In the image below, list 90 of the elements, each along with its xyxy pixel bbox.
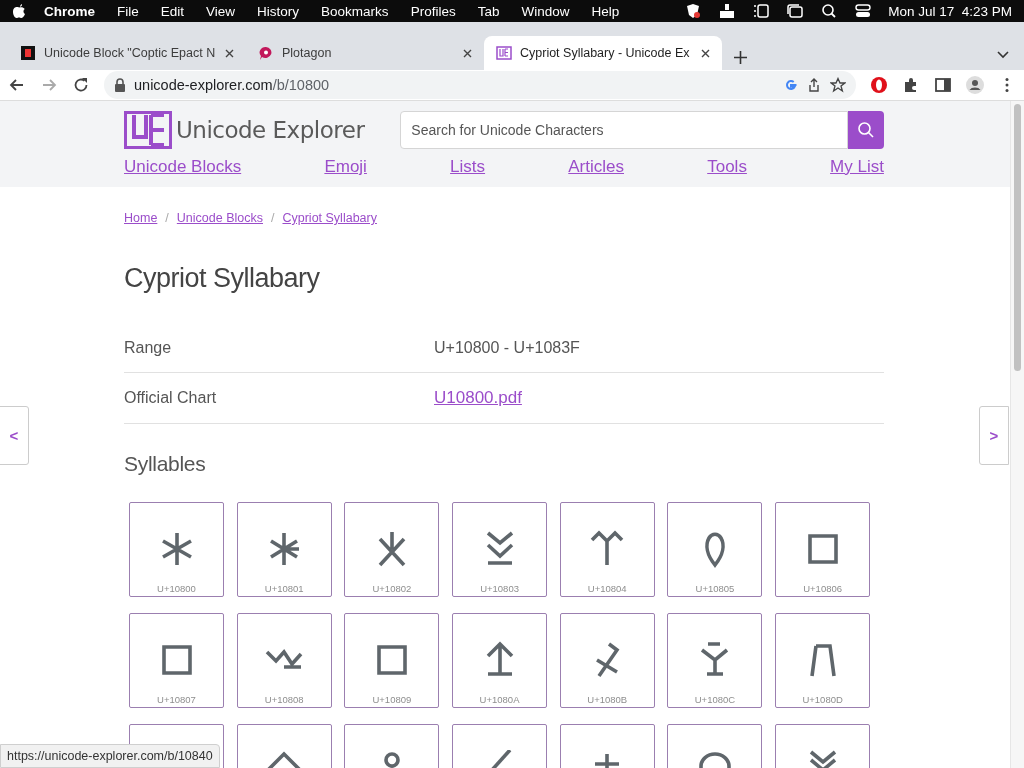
character-tile[interactable]: U+1080C <box>667 613 763 708</box>
code-point: U+10803 <box>480 583 519 594</box>
menu-item[interactable]: Bookmarks <box>321 3 389 19</box>
side-panel-icon[interactable] <box>934 76 952 94</box>
search-button[interactable] <box>848 111 884 149</box>
site-icon <box>20 45 36 61</box>
menu-item[interactable]: Help <box>591 3 620 19</box>
scrollbar-thumb[interactable] <box>1014 104 1021 371</box>
code-point: U+1080D <box>802 694 843 705</box>
menu-item[interactable]: Edit <box>160 3 185 19</box>
character-tile[interactable]: U+10805 <box>667 502 763 597</box>
star-icon[interactable] <box>830 77 846 93</box>
code-point: U+1080A <box>479 694 520 705</box>
browser-tab[interactable]: Plotagon <box>246 36 484 70</box>
sidebar-icon[interactable] <box>752 3 771 19</box>
status-url: https://unicode-explorer.com/b/10840 <box>0 744 220 768</box>
apple-icon[interactable] <box>12 3 26 19</box>
page-title: Cypriot Syllabary <box>124 263 321 294</box>
browser-tab[interactable]: Cypriot Syllabary - Unicode Ex <box>484 36 722 70</box>
menu-item[interactable]: File <box>117 3 139 19</box>
profile-icon[interactable] <box>966 76 984 94</box>
code-point: U+10804 <box>587 583 627 594</box>
character-tile[interactable]: U+10808 <box>236 613 332 708</box>
url-text: unicode-explorer.com/b/10800 <box>134 77 330 93</box>
nav-link[interactable]: Emoji <box>324 157 367 177</box>
info-label: Official Chart <box>124 389 218 407</box>
code-point: U+10805 <box>695 583 735 594</box>
breadcrumb-link[interactable]: Unicode Blocks <box>176 211 263 225</box>
character-tile[interactable]: U+1080B <box>559 613 655 708</box>
search-icon <box>857 121 875 139</box>
code-point: U+10801 <box>264 583 304 594</box>
breadcrumb-link[interactable]: Cypriot Syllabary <box>282 211 377 225</box>
code-point: U+10806 <box>803 583 843 594</box>
menu-item[interactable]: Window <box>521 3 570 19</box>
code-point: U+10800 <box>157 583 196 594</box>
nav-link[interactable]: My List <box>830 157 884 177</box>
code-point: U+10809 <box>372 694 412 705</box>
control-center-icon[interactable] <box>854 3 873 19</box>
logo-icon[interactable] <box>124 111 172 149</box>
browser-tab[interactable]: Unicode Block "Coptic Epact N <box>8 36 246 70</box>
tray-icon[interactable] <box>718 3 737 19</box>
share-icon[interactable] <box>806 77 822 93</box>
nav-link[interactable]: Tools <box>707 157 747 177</box>
chart-link[interactable]: U10800.pdf <box>434 388 522 408</box>
nav-link[interactable]: Articles <box>568 157 624 177</box>
info-label: Range <box>124 339 173 357</box>
character-tile[interactable]: U+1080D <box>775 613 871 708</box>
shield-icon[interactable] <box>684 3 703 19</box>
nav-link[interactable]: Unicode Blocks <box>124 157 242 177</box>
lock-icon <box>114 78 126 92</box>
character-tile[interactable]: U+10803 <box>452 502 548 597</box>
close-icon[interactable] <box>225 48 234 58</box>
character-tile[interactable]: U+10809 <box>344 613 440 708</box>
close-icon[interactable] <box>463 48 472 58</box>
section-title: Syllables <box>124 452 207 476</box>
menu-item[interactable]: Profiles <box>410 3 456 19</box>
character-tile[interactable]: U+10806 <box>775 502 871 597</box>
code-point: U+10808 <box>264 694 304 705</box>
breadcrumb-separator: / <box>165 211 169 225</box>
menu-item[interactable]: Tab <box>477 3 500 19</box>
speech-bubble-icon <box>258 45 274 61</box>
new-tab-icon[interactable] <box>734 51 747 64</box>
character-tile[interactable]: U+10800 <box>129 502 224 597</box>
menu-item[interactable]: Chrome <box>44 3 95 19</box>
opera-icon[interactable] <box>870 76 888 94</box>
code-point: U+1080C <box>694 694 736 705</box>
code-point: U+10807 <box>157 694 196 705</box>
info-value: U+10800 - U+1083F <box>434 339 580 357</box>
reload-icon[interactable] <box>72 76 90 94</box>
nav-link[interactable]: Lists <box>450 157 486 177</box>
breadcrumb-link[interactable]: Home <box>124 211 158 225</box>
logo-icon <box>496 45 512 61</box>
next-button[interactable]: > <box>979 406 1009 465</box>
windows-icon[interactable] <box>786 3 805 19</box>
previous-button[interactable]: < <box>0 406 29 465</box>
menu-item[interactable]: View <box>206 3 236 19</box>
character-tile[interactable]: U+10801 <box>236 502 332 597</box>
google-icon[interactable] <box>784 78 798 92</box>
breadcrumb-separator: / <box>271 211 275 225</box>
code-point: U+1080B <box>587 694 628 705</box>
menu-clock: Mon Jul 17 4:23 PM <box>888 3 1012 19</box>
code-point: U+10802 <box>372 583 412 594</box>
character-tile[interactable]: U+10804 <box>559 502 655 597</box>
menu-item[interactable]: History <box>257 3 300 19</box>
address-bar[interactable]: unicode-explorer.com/b/10800 <box>104 71 856 99</box>
close-icon[interactable] <box>701 48 710 58</box>
character-tile[interactable]: U+1080A <box>452 613 548 708</box>
site-name[interactable]: Unicode Explorer <box>176 117 365 143</box>
character-tile[interactable]: U+10802 <box>344 502 440 597</box>
character-tile[interactable]: U+10807 <box>129 613 224 708</box>
